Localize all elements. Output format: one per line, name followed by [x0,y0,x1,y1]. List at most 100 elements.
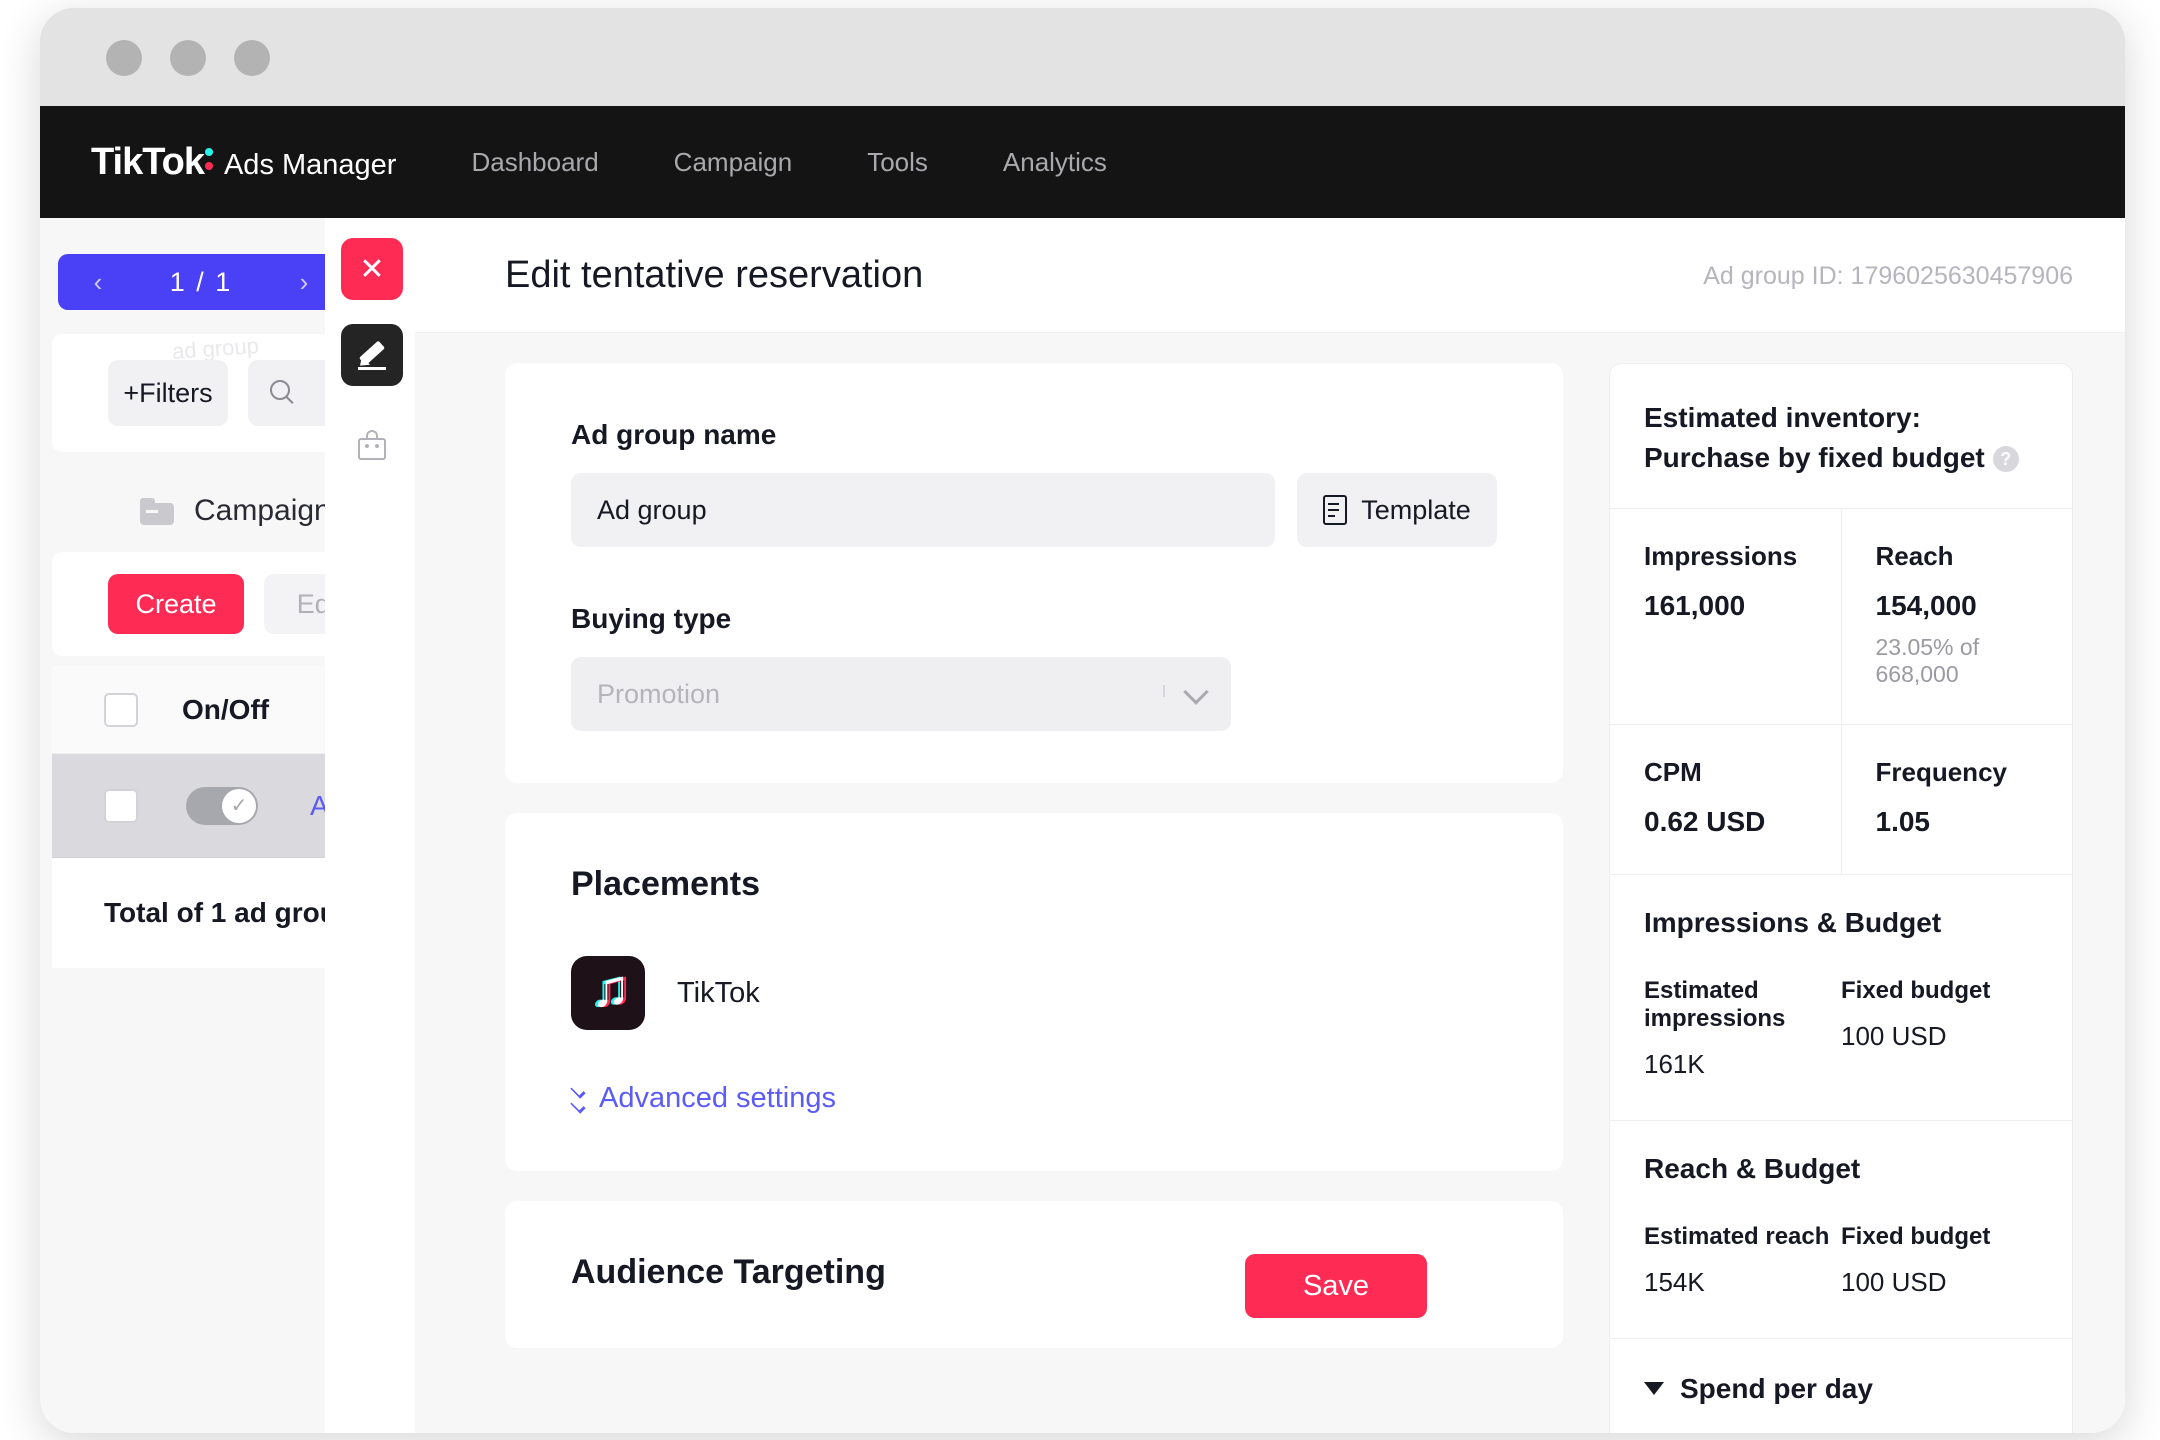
estimated-impressions-key: Estimated impressions [1644,976,1786,1032]
impressions-fixed-budget: Fixed budget 100 USD [1841,977,2038,1080]
reach-fixed-budget-key: Fixed budget [1841,1222,1991,1250]
shopping-bag-button[interactable] [341,414,403,476]
close-modal-button[interactable]: ✕ [341,238,403,300]
impressions-budget-block: Impressions & Budget Estimated impressio… [1610,875,2072,1121]
metric-cpm-value: 0.62 USD [1644,805,1766,837]
modal-right-column: Estimated inventory: Purchase by fixed b… [1585,333,2125,1433]
metric-reach-key: Reach [1875,540,1954,571]
edit-reservation-modal: Edit tentative reservation Ad group ID: … [415,218,2125,1433]
modal-title: Edit tentative reservation [505,253,924,296]
buying-type-value: Promotion [597,678,721,709]
nav-links: Dashboard Campaign Tools Analytics [471,147,1106,178]
metric-impressions-key: Impressions [1644,540,1798,571]
edit-mode-button[interactable] [341,324,403,386]
metric-cpm-key: CPM [1644,756,1702,787]
reach-budget-block: Reach & Budget Estimated reach 154K Fixe… [1610,1121,2072,1339]
minimize-dot[interactable] [170,40,206,76]
impressions-fixed-budget-value: 100 USD [1841,1020,1947,1051]
metric-frequency-key: Frequency [1875,756,2008,787]
reach-budget-title: Reach & Budget [1644,1152,1861,1184]
advanced-settings-link[interactable]: Advanced settings [570,1082,1497,1115]
metric-impressions: Impressions 161,000 [1610,509,1841,724]
inventory-header-title: Estimated inventory: Purchase by fixed b… [1644,402,1985,473]
reach-fixed-budget-value: 100 USD [1841,1266,1947,1297]
column-header-onoff[interactable]: On/Off [182,694,269,726]
modal-side-rail: ✕ [325,218,415,1433]
placements-title: Placements [571,865,760,903]
pencil-icon [356,339,388,371]
ad-group-settings-card: Ad group name Template Buying typ [505,363,1563,783]
buying-type-label: Buying type [571,603,732,634]
brand-logo[interactable]: TikTok Ads Manager [91,140,396,184]
estimated-reach-value: 154K [1644,1266,1705,1297]
toggle-check-icon: ✓ [222,788,256,823]
search-icon [270,380,296,406]
template-button[interactable]: Template [1297,473,1497,547]
ad-group-name-label: Ad group name [571,419,777,450]
impressions-fixed-budget-key: Fixed budget [1841,976,1991,1004]
ad-group-id-label: Ad group ID: 1796025630457906 [1703,262,2073,290]
ad-group-name-input[interactable] [571,473,1275,547]
onoff-toggle[interactable]: ✓ [186,786,258,825]
metric-frequency-value: 1.05 [1875,805,1931,837]
spend-axis-unit: USD [1644,1433,2038,1434]
nav-item-dashboard[interactable]: Dashboard [471,147,598,178]
metric-cpm: CPM 0.62 USD [1610,725,1841,874]
chevron-double-down-icon [570,1083,586,1114]
buying-type-select[interactable]: Promotion [571,657,1231,731]
filters-button[interactable]: +Filters [108,360,228,426]
impressions-budget-title: Impressions & Budget [1644,906,1942,938]
placement-item-tiktok[interactable]: ♫ ♫ ♫ TikTok [571,956,1497,1030]
table-total-text: Total of 1 ad group [104,897,354,928]
spend-per-day-block: Spend per day USD 15 [1610,1339,2072,1434]
help-icon[interactable]: ? [1992,446,2019,473]
spend-per-day-title: Spend per day [1680,1372,1873,1404]
top-navigation-bar: TikTok Ads Manager Dashboard Campaign To… [40,106,2125,218]
brand-subtitle: Ads Manager [223,149,397,181]
spend-per-day-header[interactable]: Spend per day [1644,1373,2038,1405]
ad-group-name-row: Template [571,473,1497,547]
estimated-inventory-panel: Estimated inventory: Purchase by fixed b… [1609,363,2073,1433]
nav-item-analytics[interactable]: Analytics [1003,147,1107,178]
window-controls [106,40,270,76]
advanced-settings-label: Advanced settings [599,1082,836,1114]
template-button-label: Template [1361,494,1471,525]
triangle-down-icon [1644,1382,1664,1395]
inventory-header: Estimated inventory: Purchase by fixed b… [1610,364,2072,509]
estimated-reach-key: Estimated reach [1644,1222,1830,1250]
prev-page-icon[interactable]: ‹ [78,267,118,298]
close-icon: ✕ [359,252,385,286]
save-button-container: Save [1245,1254,1427,1318]
placements-card: Placements ♫ ♫ ♫ TikTok Advanced settings [505,813,1563,1171]
close-dot[interactable] [106,40,142,76]
modal-header: Edit tentative reservation Ad group ID: … [415,218,2125,333]
reach-fixed-budget: Fixed budget 100 USD [1841,1223,2038,1298]
metric-impressions-value: 161,000 [1644,589,1746,621]
folder-icon [140,497,174,525]
next-page-icon[interactable]: › [284,267,324,298]
placement-name: TikTok [677,976,760,1009]
create-button[interactable]: Create [108,574,244,634]
chevron-down-icon [1183,679,1209,705]
brand-logo-text: TikTok [91,141,205,183]
save-button[interactable]: Save [1245,1254,1427,1318]
inventory-metrics-row-1: Impressions 161,000 Reach 154,000 23.05%… [1610,508,2073,725]
estimated-impressions: Estimated impressions 161K [1644,977,1841,1080]
maximize-dot[interactable] [234,40,270,76]
nav-item-tools[interactable]: Tools [867,147,928,178]
row-checkbox[interactable] [104,788,138,823]
shopping-bag-icon [358,430,386,460]
nav-item-campaign[interactable]: Campaign [674,147,793,178]
metric-reach-value: 154,000 [1875,589,1977,621]
campaign-label[interactable]: Campaign [194,494,331,528]
page-indicator: 1 / 1 [169,266,233,297]
metric-reach-sub: 23.05% of 668,000 [1875,633,1980,687]
metric-reach: Reach 154,000 23.05% of 668,000 [1840,508,2073,724]
metric-frequency: Frequency 1.05 [1840,724,2073,874]
browser-window: TikTok Ads Manager Dashboard Campaign To… [40,8,2125,1433]
select-all-checkbox[interactable] [104,692,138,727]
inventory-metrics-row-2: CPM 0.62 USD Frequency 1.05 [1610,724,2073,875]
window-titlebar [40,8,2125,106]
logo-dots-icon [204,140,216,174]
estimated-reach: Estimated reach 154K [1644,1223,1841,1298]
